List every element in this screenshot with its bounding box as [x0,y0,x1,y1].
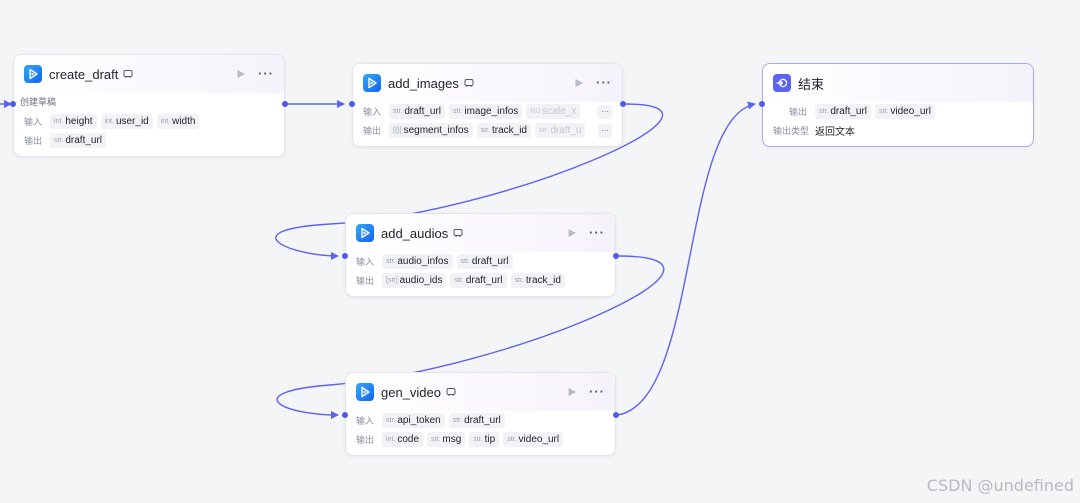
input-port[interactable] [342,253,348,259]
output-row: 输出 int. code str. msg str. tip str. video_ur… [356,430,605,449]
node-title: gen_video [381,384,441,400]
node-create-draft[interactable]: create_draft ··· 创建草稿 输入 int. height int.… [13,54,285,157]
node-header: 结束 [763,64,1033,102]
node-header: create_draft ··· [14,55,284,93]
output-port[interactable] [282,101,288,107]
plugin-badge-icon [464,79,474,87]
output-label: 输出 [363,126,382,136]
param-tag: str. track_id [476,123,531,138]
node-title: add_audios [381,225,449,241]
run-icon[interactable] [236,69,246,79]
param-tag: str. audio_infos [382,254,453,269]
param-tag: str. draft_url [50,133,107,148]
output-label: 输出 [789,107,808,117]
end-exit-icon [773,74,791,92]
node-header: add_audios ··· [346,214,615,252]
output-port[interactable] [620,101,626,107]
output-label: 输出 [24,136,43,146]
run-icon[interactable] [567,228,577,238]
play-app-icon [363,74,381,92]
output-label: 输出 [356,435,375,445]
node-header: gen_video ··· [346,373,615,411]
param-tag: str. draft_url [450,273,507,288]
more-options-icon[interactable]: ··· [589,226,605,239]
output-port[interactable] [613,412,619,418]
param-tag: int. user_id [100,114,153,129]
workflow-canvas[interactable]: create_draft ··· 创建草稿 输入 int. height int.… [0,0,1080,503]
param-tag: str. video_url [503,432,564,447]
output-port[interactable] [613,253,619,259]
input-label: 输入 [363,107,382,117]
plugin-badge-icon [446,388,456,396]
param-tag: str. draft_u [534,123,586,138]
expand-params-button[interactable]: ··· [598,123,612,138]
node-add-audios[interactable]: add_audios ··· 输入 str. audio_infos str. dr… [345,213,616,297]
output-type-label: 输出类型 [773,126,810,136]
output-row: 输出 str. draft_url str. video_url [773,102,1023,121]
input-port[interactable] [10,101,16,107]
play-app-icon [356,383,374,401]
param-tag: str. msg [427,432,466,447]
output-row: 输出 [{}] segment_infos str. track_id str. dr… [363,121,612,140]
input-label: 输入 [356,416,375,426]
param-tag: str. video_url [875,104,935,119]
param-tag: [str] audio_ids [382,273,447,288]
output-type-value: 返回文本 [815,127,855,138]
param-tag: str. draft_url [456,254,513,269]
plugin-badge-icon [453,229,463,237]
output-type-row: 输出类型 返回文本 [773,121,1023,140]
node-title: 结束 [798,76,825,92]
run-icon[interactable] [574,78,584,88]
input-row: 输入 int. height int. user_id int. width [24,112,274,131]
input-port[interactable] [349,101,355,107]
output-label: 输出 [356,276,375,286]
run-icon[interactable] [567,387,577,397]
more-options-icon[interactable]: ··· [589,385,605,398]
edge-gen-video-to-end [617,101,756,416]
param-tag: str. draft_url [389,104,446,119]
node-description: 创建草稿 [20,97,57,107]
node-add-images[interactable]: add_images ··· 输入 str. draft_url str. imag… [352,63,623,147]
plugin-badge-icon [123,70,133,78]
node-end[interactable]: 结束 输出 str. draft_url str. video_url 输出类型 返… [762,63,1034,147]
param-tag: str. draft_url [815,104,872,119]
play-app-icon [356,224,374,242]
node-gen-video[interactable]: gen_video ··· 输入 str. api_token str. draft… [345,372,616,456]
watermark: CSDN @undefined [926,476,1074,495]
input-port[interactable] [342,412,348,418]
param-tag: str. tip [469,432,500,447]
node-title: create_draft [49,66,119,82]
param-tag: int. width [156,114,200,129]
input-label: 输入 [356,257,375,267]
input-row: 输入 str. audio_infos str. draft_url [356,252,605,271]
output-row: 输出 str. draft_url [24,131,274,150]
input-label: 输入 [24,117,43,127]
input-port[interactable] [759,101,765,107]
param-tag: int. height [50,114,97,129]
input-row: 输入 str. api_token str. draft_url [356,411,605,430]
param-tag: str. api_token [382,413,445,428]
node-title: add_images [388,75,459,91]
param-tag: str. image_infos [449,104,523,119]
more-options-icon[interactable]: ··· [596,76,612,89]
param-tag: [{}] segment_infos [389,123,473,138]
param-tag: int. code [382,432,424,447]
more-options-icon[interactable]: ··· [258,67,274,80]
param-tag: str. track_id [510,273,565,288]
expand-params-button[interactable]: ··· [598,104,612,119]
node-header: add_images ··· [353,64,622,102]
param-tag: str. draft_url [448,413,505,428]
input-row: 输入 str. draft_url str. image_infos NU scale… [363,102,612,121]
param-tag: NU scale_x [526,104,581,119]
output-row: 输出 [str] audio_ids str. draft_url str. trac… [356,271,605,290]
play-app-icon [24,65,42,83]
